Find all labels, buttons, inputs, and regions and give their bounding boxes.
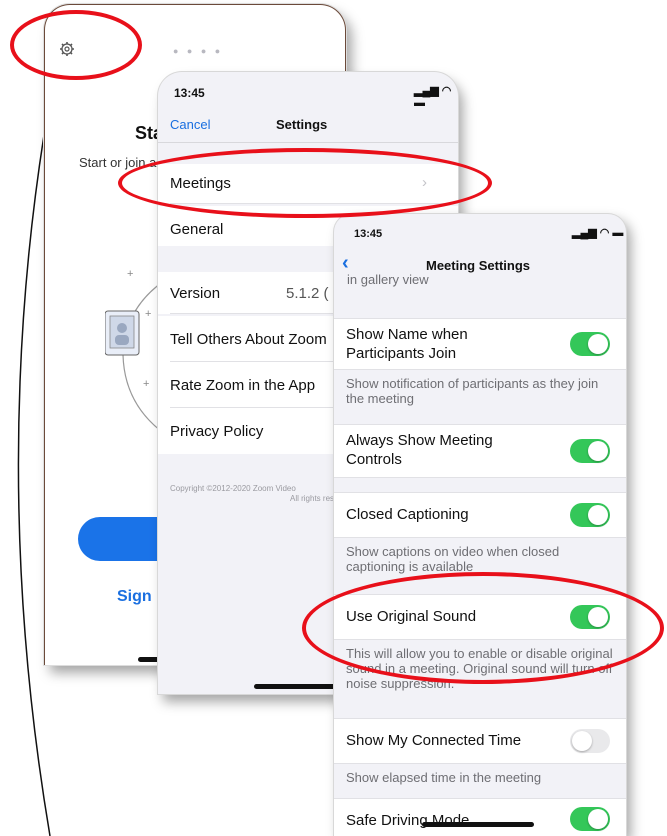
setting-label: Always Show Meeting Controls (346, 432, 493, 468)
svg-text:+: + (145, 308, 151, 320)
setting-label: Closed Captioning (346, 506, 469, 523)
toggle-switch[interactable] (570, 503, 610, 527)
setting-row-connected-time[interactable]: Show My Connected Time (334, 718, 626, 764)
settings-row-label: Rate Zoom in the App (170, 377, 316, 394)
setting-description: This will allow you to enable or disable… (346, 646, 613, 691)
toggle-switch[interactable] (570, 807, 610, 831)
toggle-knob (572, 731, 592, 751)
toggle-switch[interactable] (570, 439, 610, 463)
version-value: 5.1.2 ( (286, 285, 329, 302)
setting-label: Use Original Sound (346, 608, 477, 625)
setting-label: Show My Connected Time (346, 732, 522, 749)
meeting-settings-screen: 13:45 ▂▄▆ ◠ ▬ ‹ Meeting Settings in gall… (334, 214, 626, 836)
setting-description: in gallery view (347, 272, 429, 287)
setting-description: Show elapsed time in the meeting (346, 770, 542, 785)
toggle-switch[interactable] (570, 729, 610, 753)
settings-row-label: Version (170, 285, 221, 302)
home-indicator (422, 822, 534, 827)
page-title: Meeting Settings (426, 258, 531, 273)
setting-label: Safe Driving Mode (346, 812, 470, 829)
chevron-right-icon: › (422, 174, 427, 191)
svg-text:+: + (143, 378, 149, 390)
status-time: 13:45 (174, 86, 205, 100)
setting-row-original-sound[interactable]: Use Original Sound (334, 594, 626, 640)
toggle-knob (588, 809, 608, 829)
toggle-knob (588, 607, 608, 627)
status-time: 13:45 (354, 228, 383, 240)
setting-row-safe-driving[interactable]: Safe Driving Mode (334, 798, 626, 836)
home-subtitle: Start or join a (79, 155, 157, 170)
setting-description: Show notification of participants as the… (346, 376, 599, 406)
toggle-knob (588, 505, 608, 525)
divider (158, 142, 458, 143)
settings-row-label: General (170, 221, 224, 238)
setting-description: Show captions on video when closed capti… (346, 544, 560, 574)
setting-row-closed-captioning[interactable]: Closed Captioning (334, 492, 626, 538)
gear-icon[interactable] (59, 41, 75, 57)
toggle-knob (588, 334, 608, 354)
setting-label: Show Name when Participants Join (346, 326, 468, 362)
settings-row-meetings[interactable]: Meetings › (158, 164, 458, 204)
svg-text:+: + (127, 268, 133, 280)
toggle-knob (588, 441, 608, 461)
page-indicator-dots: ● ● ● ● (173, 46, 224, 56)
signal-wifi-battery-icon: ▂▄▆ ◠ ▬ (572, 227, 624, 239)
toggle-switch[interactable] (570, 332, 610, 356)
toggle-switch[interactable] (570, 605, 610, 629)
setting-row-show-name[interactable]: Show Name when Participants Join (334, 318, 626, 370)
settings-row-label: Meetings (170, 175, 231, 192)
signal-wifi-battery-icon: ▂▄▆ ◠ ▬ (414, 85, 452, 109)
divider (170, 203, 458, 204)
settings-row-label: Tell Others About Zoom (170, 331, 327, 348)
setting-row-meeting-controls[interactable]: Always Show Meeting Controls (334, 424, 626, 478)
page-title: Settings (276, 117, 328, 132)
cancel-button[interactable]: Cancel (170, 117, 210, 132)
settings-row-label: Privacy Policy (170, 423, 264, 440)
